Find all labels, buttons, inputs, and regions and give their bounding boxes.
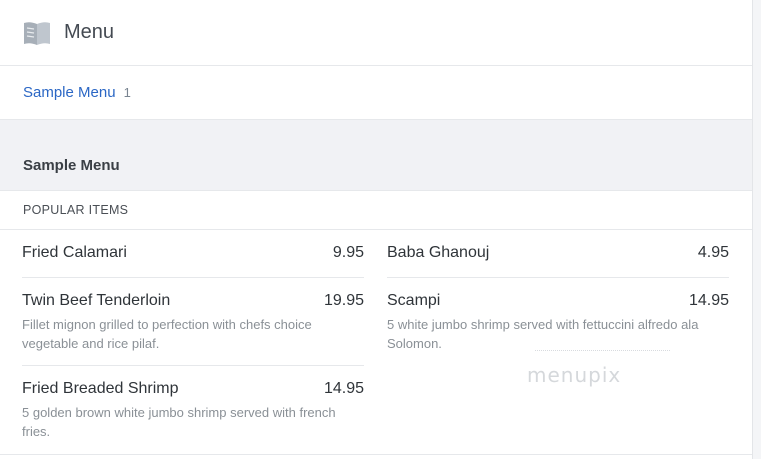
open-book-icon (23, 20, 51, 46)
tab-sample-menu[interactable]: Sample Menu (23, 84, 116, 101)
menu-column-left: Fried Calamari 9.95 Twin Beef Tenderloin… (22, 230, 364, 454)
item-name: Baba Ghanouj (387, 244, 490, 261)
menu-item: Twin Beef Tenderloin 19.95 Fillet mignon… (22, 278, 364, 366)
item-name: Fried Calamari (22, 244, 127, 261)
menu-item: Scampi 14.95 5 white jumbo shrimp served… (387, 278, 729, 366)
watermark-rule (535, 350, 670, 351)
section-header: Sample Menu (0, 120, 752, 191)
menu-item: Baba Ghanouj 4.95 (387, 230, 729, 278)
item-name: Scampi (387, 292, 441, 309)
menu-item: Fried Calamari 9.95 (22, 230, 364, 278)
item-price: 19.95 (323, 292, 364, 309)
page-title: Menu (64, 21, 115, 43)
item-price: 14.95 (323, 380, 364, 397)
item-name: Twin Beef Tenderloin (22, 292, 171, 309)
bottom-divider (0, 454, 752, 455)
category-title: POPULAR ITEMS (23, 203, 129, 217)
menu-tabs: Sample Menu 1 (0, 66, 752, 120)
tab-count-badge: 1 (123, 85, 131, 100)
menu-header: Menu (0, 0, 752, 66)
menu-panel: Menu Sample Menu 1 Sample Menu POPULAR I… (0, 0, 753, 459)
item-description: 5 white jumbo shrimp served with fettucc… (387, 317, 699, 351)
item-name: Fried Breaded Shrimp (22, 380, 179, 397)
category-header: POPULAR ITEMS (0, 191, 752, 230)
item-price: 9.95 (332, 244, 364, 261)
scroll-gutter (753, 0, 761, 459)
section-title: Sample Menu (23, 157, 120, 174)
item-price: 14.95 (688, 292, 729, 309)
item-price: 4.95 (697, 244, 729, 261)
watermark: menupix (527, 363, 622, 387)
menu-items: Fried Calamari 9.95 Twin Beef Tenderloin… (0, 230, 752, 458)
item-description: 5 golden brown white jumbo shrimp served… (22, 405, 336, 439)
item-description: Fillet mignon grilled to perfection with… (22, 317, 312, 351)
menu-column-right: Baba Ghanouj 4.95 Scampi 14.95 5 white j… (387, 230, 729, 366)
menu-item: Fried Breaded Shrimp 14.95 5 golden brow… (22, 366, 364, 454)
